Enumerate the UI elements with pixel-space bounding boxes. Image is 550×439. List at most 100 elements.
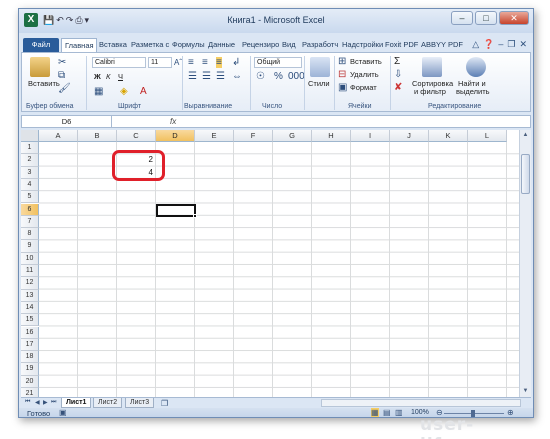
cell-area[interactable] xyxy=(39,142,519,397)
percent-icon[interactable]: % xyxy=(274,71,283,82)
formula-input[interactable] xyxy=(182,116,522,127)
align-right-icon[interactable]: ☰ xyxy=(216,71,225,82)
format-painter-icon[interactable]: 🖌 xyxy=(58,83,71,94)
row-header[interactable]: 4 xyxy=(21,178,39,192)
doc-restore-icon[interactable]: ❐ xyxy=(507,39,515,50)
column-header[interactable]: D xyxy=(156,130,195,142)
tab-view[interactable]: Вид xyxy=(282,38,296,52)
sort-filter-icon[interactable] xyxy=(422,57,442,77)
insert-cells-icon[interactable]: ⊞ xyxy=(338,56,346,67)
column-header[interactable]: G xyxy=(273,130,312,142)
page-break-view-icon[interactable]: ▥ xyxy=(395,408,403,417)
horizontal-scrollbar[interactable] xyxy=(321,399,521,407)
column-header[interactable]: I xyxy=(351,130,390,142)
scroll-down-icon[interactable]: ▼ xyxy=(521,387,530,396)
sheet-tab-3[interactable]: Лист3 xyxy=(125,398,155,408)
tab-abbyy-pdf[interactable]: ABBYY PDF xyxy=(421,38,463,52)
bold-button[interactable]: Ж xyxy=(94,72,101,81)
wrap-text-icon[interactable]: ↲ xyxy=(232,57,240,68)
doc-close-icon[interactable]: ✕ xyxy=(519,39,527,50)
maximize-button[interactable]: □ xyxy=(475,11,497,25)
tab-data[interactable]: Данные xyxy=(208,38,235,52)
row-header[interactable]: 14 xyxy=(21,301,39,315)
styles-button[interactable]: Стили xyxy=(308,79,330,88)
doc-minimize-icon[interactable]: – xyxy=(498,39,503,50)
borders-icon[interactable]: ▦ xyxy=(94,86,103,97)
tab-file[interactable]: Файл xyxy=(23,38,59,52)
macro-record-icon[interactable]: ▣ xyxy=(59,408,67,417)
column-header[interactable]: B xyxy=(78,130,117,142)
italic-button[interactable]: К xyxy=(106,72,110,81)
tab-foxit-pdf[interactable]: Foxit PDF xyxy=(385,38,418,52)
column-header[interactable]: C xyxy=(117,130,156,142)
delete-cells-button[interactable]: Удалить xyxy=(350,70,379,79)
tab-page-layout[interactable]: Разметка с xyxy=(131,38,169,52)
row-header[interactable]: 2 xyxy=(21,154,39,167)
tab-home[interactable]: Главная xyxy=(61,38,97,52)
row-header[interactable]: 6 xyxy=(21,203,39,216)
row-header[interactable]: 11 xyxy=(21,265,39,278)
number-format-select[interactable]: Общий xyxy=(254,57,302,68)
insert-cells-button[interactable]: Вставить xyxy=(350,57,382,66)
fill-handle[interactable] xyxy=(193,214,197,218)
tab-developer[interactable]: Разработч xyxy=(302,38,338,52)
row-header[interactable]: 13 xyxy=(21,289,39,302)
row-header[interactable]: 10 xyxy=(21,252,39,265)
prev-sheet-icon[interactable]: ◀ xyxy=(35,399,40,406)
column-header[interactable]: H xyxy=(312,130,351,142)
column-header[interactable]: E xyxy=(195,130,234,142)
paste-icon[interactable] xyxy=(30,57,50,77)
align-center-icon[interactable]: ☰ xyxy=(202,71,211,82)
minimize-ribbon-icon[interactable]: △ xyxy=(472,39,479,50)
fill-color-icon[interactable]: ◈ xyxy=(120,86,128,97)
format-cells-icon[interactable]: ▣ xyxy=(338,82,347,93)
styles-icon[interactable] xyxy=(310,57,330,77)
page-layout-view-icon[interactable]: ▤ xyxy=(383,408,391,417)
insert-sheet-icon[interactable]: ❐ xyxy=(161,399,168,408)
column-header[interactable]: J xyxy=(390,130,429,142)
row-header[interactable]: 17 xyxy=(21,338,39,352)
sort-filter-button-line2[interactable]: и фильтр xyxy=(414,87,446,96)
font-color-icon[interactable]: A xyxy=(140,86,147,97)
row-header[interactable]: 12 xyxy=(21,277,39,290)
row-header[interactable]: 18 xyxy=(21,351,39,364)
normal-view-icon[interactable]: ▦ xyxy=(371,408,379,417)
sheet-tab-1[interactable]: Лист1 xyxy=(61,398,92,408)
fill-icon[interactable]: ⇩ xyxy=(394,69,402,80)
column-header[interactable]: A xyxy=(39,130,78,142)
align-left-icon[interactable]: ☰ xyxy=(188,71,197,82)
find-select-icon[interactable] xyxy=(466,57,486,77)
select-all-corner[interactable] xyxy=(21,130,39,142)
active-cell-d6[interactable] xyxy=(156,203,196,217)
row-header[interactable]: 3 xyxy=(21,166,39,179)
currency-icon[interactable]: ☉ xyxy=(256,71,265,82)
paste-button[interactable]: Вставить xyxy=(28,79,60,88)
align-bottom-icon[interactable]: ≡ xyxy=(216,57,222,68)
font-name-select[interactable]: Calibri xyxy=(92,57,146,68)
row-header[interactable]: 7 xyxy=(21,215,39,229)
tab-insert[interactable]: Вставка xyxy=(99,38,127,52)
merge-cells-icon[interactable]: ⇔ xyxy=(232,71,242,82)
column-header[interactable]: F xyxy=(234,130,273,142)
row-header[interactable]: 16 xyxy=(21,326,39,339)
row-header[interactable]: 1 xyxy=(21,142,39,155)
row-header[interactable]: 20 xyxy=(21,375,39,388)
clear-icon[interactable]: ✘ xyxy=(394,82,402,93)
cut-icon[interactable]: ✂ xyxy=(58,57,66,68)
align-middle-icon[interactable]: ≡ xyxy=(202,57,208,68)
minimize-button[interactable]: – xyxy=(451,11,473,25)
find-select-button-line2[interactable]: выделить xyxy=(456,87,490,96)
column-header[interactable]: L xyxy=(468,130,507,142)
row-header[interactable]: 8 xyxy=(21,228,39,241)
grow-font-icon[interactable]: Aˆ xyxy=(174,57,182,68)
autosum-button[interactable]: Σ xyxy=(394,56,400,67)
name-box[interactable]: D6 xyxy=(22,116,112,127)
tab-review[interactable]: Рецензиро xyxy=(242,38,279,52)
row-header[interactable]: 9 xyxy=(21,240,39,253)
format-cells-button[interactable]: Формат xyxy=(350,83,377,92)
copy-icon[interactable]: ⧉ xyxy=(58,70,65,81)
fx-icon[interactable]: fx xyxy=(170,116,176,127)
font-size-select[interactable]: 11 xyxy=(148,57,172,68)
row-header[interactable]: 5 xyxy=(21,191,39,204)
tab-addins[interactable]: Надстройки xyxy=(342,38,383,52)
